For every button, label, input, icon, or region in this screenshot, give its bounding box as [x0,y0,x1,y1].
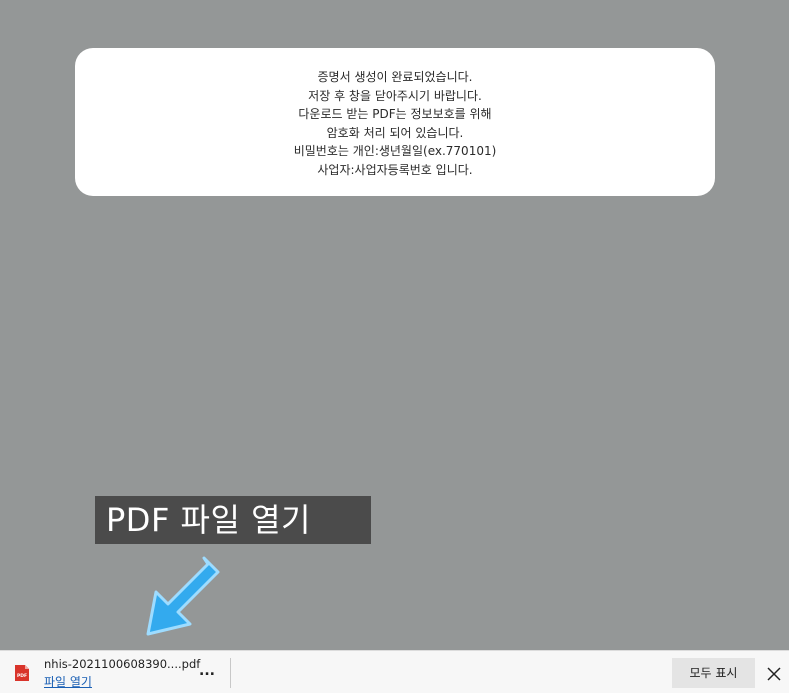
message-line: 저장 후 창을 닫아주시기 바랍니다. [308,88,482,103]
message-line: 사업자:사업자등록번호 입니다. [317,162,473,177]
show-all-button[interactable]: 모두 표시 [672,658,755,688]
message-line: 증명서 생성이 완료되었습니다. [317,70,473,84]
page-backdrop: 증명서 생성이 완료되었습니다. 저장 후 창을 닫아주시기 바랍니다. 다운로… [0,0,789,650]
message-line: 비밀번호는 개인:생년월일(ex.770101) [293,144,497,158]
open-file-link[interactable]: 파일 열기 [44,673,92,690]
arrow-down-left-icon [146,556,220,636]
close-icon[interactable] [763,663,785,685]
svg-text:PDF: PDF [17,673,27,679]
open-pdf-callout-label: PDF 파일 열기 [95,496,371,544]
message-line: 다운로드 받는 PDF는 정보보호를 위해 [298,107,492,121]
message-line: 암호화 처리 되어 있습니다. [326,125,464,140]
completion-message-card: 증명서 생성이 완료되었습니다. 저장 후 창을 닫아주시기 바랍니다. 다운로… [75,48,715,196]
divider [230,658,231,688]
pdf-file-icon: PDF [15,665,29,681]
download-bar: PDF nhis-2021100608390....pdf 파일 열기 ... … [0,650,789,693]
downloaded-file-name: nhis-2021100608390....pdf [44,657,201,671]
more-options-button[interactable]: ... [196,662,218,682]
